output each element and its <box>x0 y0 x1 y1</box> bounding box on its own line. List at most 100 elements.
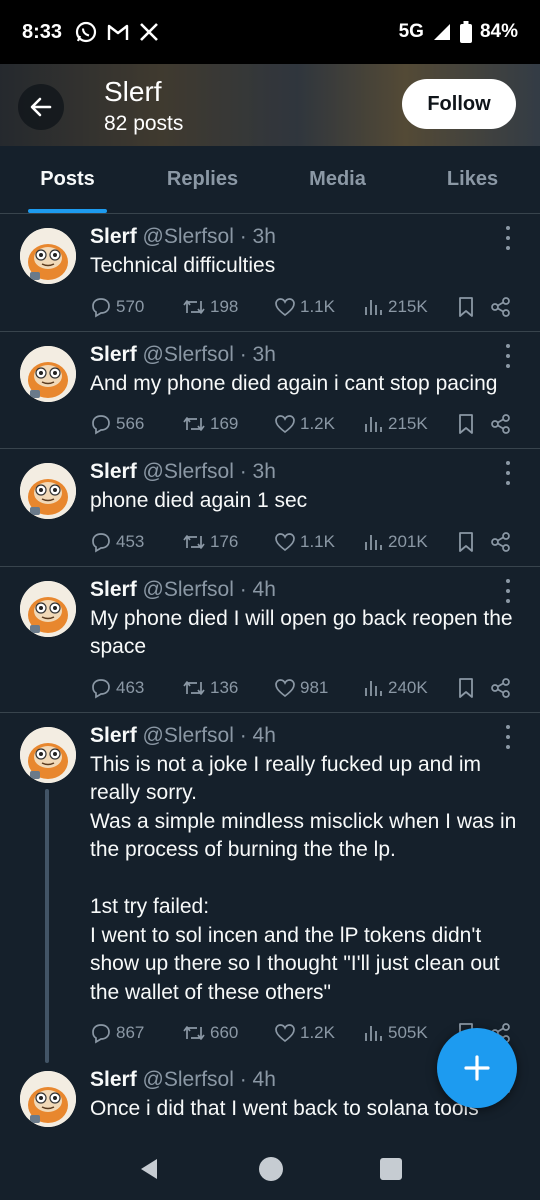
post-item[interactable]: Slerf @Slerfsol · 3h phone died again 1 … <box>0 449 540 567</box>
reply-button[interactable]: 570 <box>90 296 182 318</box>
like-button[interactable]: 1.2K <box>274 1022 362 1044</box>
sloth-avatar-icon <box>20 345 76 402</box>
tab-replies[interactable]: Replies <box>135 146 270 213</box>
author-name[interactable]: Slerf <box>90 724 137 747</box>
share-icon <box>491 677 510 698</box>
back-button[interactable] <box>18 84 64 130</box>
repost-button[interactable]: 660 <box>182 1022 274 1044</box>
more-options-icon[interactable] <box>498 343 518 368</box>
bookmark-icon <box>459 414 473 434</box>
more-options-icon[interactable] <box>498 578 518 603</box>
like-button[interactable]: 1.2K <box>274 413 362 435</box>
tab-posts[interactable]: Posts <box>0 146 135 213</box>
avatar[interactable] <box>20 228 76 284</box>
reply-button[interactable]: 453 <box>90 531 182 553</box>
like-button[interactable]: 1.1K <box>274 531 362 553</box>
reply-button[interactable]: 566 <box>90 413 182 435</box>
post-feed[interactable]: Slerf @Slerfsol · 3h Technical difficult… <box>0 214 540 1138</box>
views-button[interactable]: 505K <box>362 1022 456 1044</box>
bookmark-button[interactable] <box>456 677 490 699</box>
sloth-avatar-icon <box>20 580 76 637</box>
post-item[interactable]: Slerf @Slerfsol · 4h My phone died I wil… <box>0 567 540 713</box>
sloth-avatar-icon <box>20 228 76 284</box>
post-text: My phone died I will open go back reopen… <box>90 606 519 659</box>
tab-likes[interactable]: Likes <box>405 146 540 213</box>
profile-tabs: Posts Replies Media Likes <box>0 146 540 214</box>
views-button[interactable]: 201K <box>362 531 456 553</box>
network-label: 5G <box>398 21 424 42</box>
reply-icon <box>92 1024 110 1044</box>
author-name[interactable]: Slerf <box>90 460 137 483</box>
author-handle[interactable]: @Slerfsol <box>143 724 234 747</box>
author-name[interactable]: Slerf <box>90 343 137 366</box>
reply-button[interactable]: 463 <box>90 677 182 699</box>
profile-name: Slerf <box>104 76 162 107</box>
post-item[interactable]: Slerf @Slerfsol · 3h And my phone died a… <box>0 332 540 449</box>
battery-level: 84% <box>479 21 518 42</box>
status-bar: 8:33 5G 84% <box>0 0 540 64</box>
reply-button[interactable]: 867 <box>90 1022 182 1044</box>
views-icon <box>365 534 382 550</box>
author-handle[interactable]: @Slerfsol <box>143 578 234 601</box>
author-name[interactable]: Slerf <box>90 1068 137 1091</box>
author-name[interactable]: Slerf <box>90 225 137 248</box>
bookmark-button[interactable] <box>456 296 490 318</box>
post-time: · 3h <box>239 342 276 366</box>
author-handle[interactable]: @Slerfsol <box>143 460 234 483</box>
avatar[interactable] <box>20 463 76 519</box>
x-icon <box>140 23 158 41</box>
post-time: · 4h <box>239 577 276 601</box>
views-button[interactable]: 215K <box>362 413 456 435</box>
repost-button[interactable]: 198 <box>182 296 274 318</box>
follow-button[interactable]: Follow <box>402 79 516 129</box>
compose-button[interactable] <box>437 1028 517 1108</box>
like-button[interactable]: 1.1K <box>274 296 362 318</box>
more-options-icon[interactable] <box>498 461 518 485</box>
heart-icon <box>275 532 295 551</box>
post-actions: 566 169 1.2K 215K <box>90 410 522 438</box>
repost-count: 136 <box>210 677 239 697</box>
share-button[interactable] <box>490 677 514 699</box>
nav-home-icon[interactable] <box>257 1155 285 1183</box>
avatar[interactable] <box>20 726 76 783</box>
like-count: 1.1K <box>300 531 335 551</box>
post-meta: Slerf @Slerfsol · 3h <box>90 222 522 252</box>
reply-count: 453 <box>116 531 145 551</box>
heart-icon <box>275 297 295 316</box>
share-button[interactable] <box>490 296 514 318</box>
reply-count: 566 <box>116 414 145 433</box>
share-button[interactable] <box>490 531 514 553</box>
repost-button[interactable]: 176 <box>182 531 274 553</box>
repost-button[interactable]: 169 <box>182 413 274 435</box>
more-options-icon[interactable] <box>498 724 518 749</box>
views-button[interactable]: 215K <box>362 296 456 318</box>
more-options-icon[interactable] <box>498 226 518 250</box>
avatar[interactable] <box>20 345 76 402</box>
author-handle[interactable]: @Slerfsol <box>143 225 234 248</box>
like-button[interactable]: 981 <box>274 677 362 699</box>
bookmark-button[interactable] <box>456 531 490 553</box>
repost-count: 660 <box>210 1023 239 1042</box>
post-meta: Slerf @Slerfsol · 4h <box>90 721 522 751</box>
avatar[interactable] <box>20 580 76 637</box>
author-handle[interactable]: @Slerfsol <box>143 1068 234 1091</box>
post-item[interactable]: Slerf @Slerfsol · 3h Technical difficult… <box>0 214 540 332</box>
avatar[interactable] <box>20 1071 76 1127</box>
repost-icon <box>183 1026 205 1040</box>
tab-media[interactable]: Media <box>270 146 405 213</box>
bookmark-button[interactable] <box>456 413 490 435</box>
views-button[interactable]: 240K <box>362 677 456 699</box>
reply-count: 463 <box>116 677 145 697</box>
post-meta: Slerf @Slerfsol · 3h <box>90 340 522 370</box>
nav-back-icon[interactable] <box>137 1156 163 1182</box>
like-count: 1.2K <box>300 414 335 433</box>
nav-recents-icon[interactable] <box>379 1157 403 1181</box>
share-button[interactable] <box>490 413 514 435</box>
author-handle[interactable]: @Slerfsol <box>143 343 234 366</box>
repost-icon <box>183 534 205 549</box>
post-item[interactable]: Slerf @Slerfsol · 4h This is not a joke … <box>0 713 540 1063</box>
views-icon <box>365 1026 382 1041</box>
author-name[interactable]: Slerf <box>90 578 137 601</box>
whatsapp-icon <box>75 21 97 43</box>
repost-button[interactable]: 136 <box>182 677 274 699</box>
